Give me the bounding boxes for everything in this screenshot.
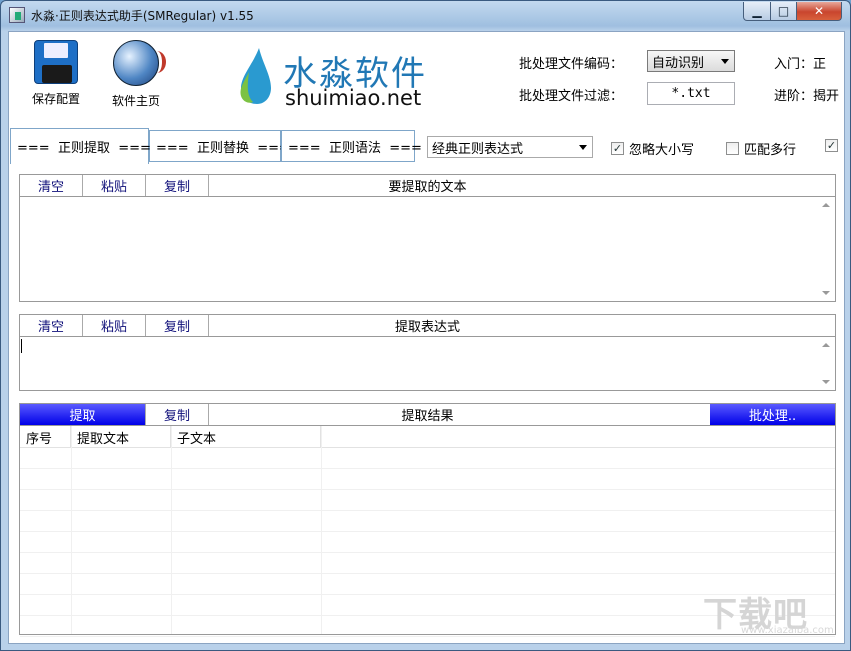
expression-panel: 清空 粘贴 复制 提取表达式: [19, 314, 836, 391]
scroll-up-arrow-icon[interactable]: [822, 203, 830, 207]
floppy-disk-icon: [34, 40, 78, 84]
title-bar[interactable]: 水淼·正则表达式助手(SMRegular) v1.55 ▁ □ ✕: [1, 1, 850, 29]
scroll-up-arrow-icon[interactable]: [822, 343, 830, 347]
software-home-button[interactable]: 软件主页: [101, 40, 171, 109]
close-button[interactable]: ✕: [796, 2, 842, 21]
main-window: 水淼·正则表达式助手(SMRegular) v1.55 ▁ □ ✕ 保存配置 软…: [0, 0, 851, 651]
advanced-link[interactable]: 进阶：揭开: [774, 85, 839, 104]
checkbox-checked-icon: ✓: [611, 142, 624, 155]
table-row[interactable]: [20, 553, 835, 574]
regex-flavor-select[interactable]: 经典正则表达式: [427, 136, 593, 158]
save-config-label: 保存配置: [31, 92, 80, 106]
file-filter-input[interactable]: *.txt: [647, 82, 735, 105]
table-row[interactable]: [20, 490, 835, 511]
window-title: 水淼·正则表达式助手(SMRegular) v1.55: [31, 9, 254, 23]
column-header-subtext[interactable]: 子文本: [171, 426, 321, 448]
scroll-down-arrow-icon[interactable]: [822, 380, 830, 384]
source-textarea[interactable]: [20, 197, 835, 301]
expression-scrollbar[interactable]: [818, 337, 835, 390]
dropdown-arrow-icon: [579, 145, 587, 150]
tab-regex-extract[interactable]: === 正则提取 ===: [10, 128, 151, 164]
expression-title: 提取表达式: [394, 320, 460, 335]
water-drop-logo-icon: [240, 48, 271, 104]
source-copy-button[interactable]: 复制: [146, 175, 209, 196]
source-paste-button[interactable]: 粘贴: [83, 175, 146, 196]
table-row[interactable]: [20, 469, 835, 490]
logo-subtitle: shuimiao.net: [285, 86, 422, 110]
column-header-text[interactable]: 提取文本: [71, 426, 171, 448]
checkbox-unchecked-icon: [726, 142, 739, 155]
extract-button[interactable]: 提取: [20, 404, 146, 425]
app-icon: [9, 7, 25, 23]
table-row[interactable]: [20, 532, 835, 553]
result-toolbar: 提取 复制 提取结果 批处理..: [20, 404, 835, 426]
text-caret: [21, 339, 22, 353]
result-grid-header: 序号 提取文本 子文本: [20, 426, 835, 448]
source-scrollbar[interactable]: [818, 197, 835, 301]
extra-option-checkbox[interactable]: ✓: [825, 139, 843, 152]
ignore-case-label: 忽略大小写: [629, 143, 695, 158]
intro-link[interactable]: 入门：正: [774, 53, 826, 72]
multiline-label: 匹配多行: [744, 143, 797, 158]
column-header-index[interactable]: 序号: [20, 426, 71, 448]
tab-regex-replace[interactable]: === 正则替换 ===: [149, 130, 290, 162]
minimize-button[interactable]: ▁: [743, 2, 771, 21]
result-title: 提取结果: [401, 409, 454, 424]
source-text-panel: 清空 粘贴 复制 要提取的文本: [19, 174, 836, 302]
column-divider: [71, 426, 72, 634]
watermark-url: www.xiazaiba.com: [741, 625, 834, 636]
encoding-label: 批处理文件编码：: [519, 57, 624, 72]
source-toolbar: 清空 粘贴 复制 要提取的文本: [20, 175, 835, 197]
save-config-button[interactable]: 保存配置: [21, 40, 91, 107]
regex-flavor-value: 经典正则表达式: [432, 141, 524, 157]
expression-toolbar: 清空 粘贴 复制 提取表达式: [20, 315, 835, 337]
scroll-down-arrow-icon[interactable]: [822, 291, 830, 295]
expression-clear-button[interactable]: 清空: [20, 315, 83, 336]
globe-icon: [113, 40, 166, 86]
source-title: 要提取的文本: [388, 180, 467, 195]
tab-regex-syntax[interactable]: === 正则语法 ===: [281, 130, 422, 162]
encoding-select[interactable]: 自动识别: [647, 50, 735, 72]
table-row[interactable]: [20, 511, 835, 532]
column-divider: [171, 426, 172, 634]
expression-copy-button[interactable]: 复制: [146, 315, 209, 336]
column-divider: [321, 426, 322, 634]
client-area: 保存配置 软件主页 水淼软件 shuimiao.net 批处理文件编码： 自动识…: [8, 31, 845, 644]
checkbox-checked-icon: ✓: [825, 139, 838, 152]
ignore-case-checkbox[interactable]: ✓ 忽略大小写: [611, 139, 694, 158]
maximize-button[interactable]: □: [770, 2, 797, 21]
multiline-checkbox[interactable]: 匹配多行: [726, 139, 796, 158]
result-copy-button[interactable]: 复制: [146, 404, 209, 425]
table-row[interactable]: [20, 448, 835, 469]
expression-paste-button[interactable]: 粘贴: [83, 315, 146, 336]
software-home-label: 软件主页: [111, 94, 160, 108]
filter-label: 批处理文件过滤：: [519, 89, 624, 104]
dropdown-arrow-icon: [721, 59, 729, 64]
source-clear-button[interactable]: 清空: [20, 175, 83, 196]
expression-textarea[interactable]: [20, 337, 835, 390]
batch-button[interactable]: 批处理..: [710, 404, 835, 425]
encoding-value: 自动识别: [652, 55, 705, 71]
